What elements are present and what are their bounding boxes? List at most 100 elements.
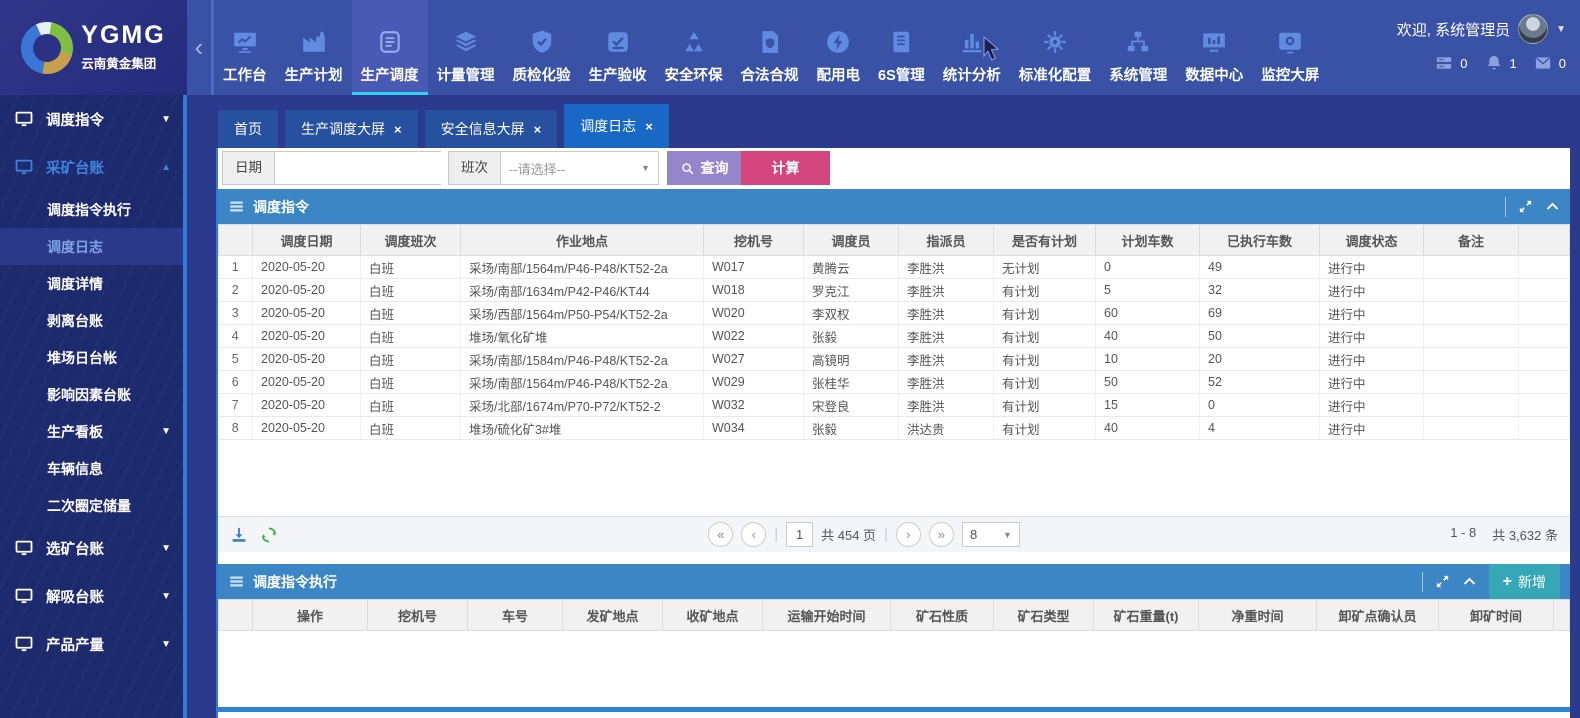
table-cell: 32 <box>1200 279 1320 302</box>
table-row[interactable]: 42020-05-20白班堆场/氧化矿堆W022张毅李胜洪有计划4050进行中 <box>219 325 1570 348</box>
table-row[interactable]: 22020-05-20白班采场/南部/1634m/P42-P46/KT44W01… <box>219 279 1570 302</box>
column-header[interactable]: 矿石类型 <box>994 600 1094 631</box>
expand-icon[interactable] <box>1518 199 1533 214</box>
sidebar-item-采矿台账[interactable]: 采矿台账▲ <box>0 143 183 191</box>
messages-badge[interactable]: 0 <box>1533 54 1566 72</box>
last-page-button[interactable]: » <box>929 522 954 547</box>
column-header[interactable]: 调度日期 <box>253 225 361 256</box>
first-page-button[interactable]: « <box>708 522 733 547</box>
next-page-button[interactable]: › <box>896 522 921 547</box>
sidebar-subitem-车辆信息[interactable]: 车辆信息 <box>0 450 183 487</box>
table-row[interactable]: 72020-05-20白班采场/北部/1674m/P70-P72/KT52-2W… <box>219 394 1570 417</box>
sidebar-collapse-icon[interactable]: ‹ <box>187 0 211 95</box>
sidebar-subitem-生产看板[interactable]: 生产看板▼ <box>0 413 183 450</box>
collapse-panel-icon[interactable] <box>1545 199 1560 214</box>
column-header[interactable]: 运输开始时间 <box>763 600 891 631</box>
column-header[interactable]: 挖机号 <box>704 225 804 256</box>
prev-page-button[interactable]: ‹ <box>741 522 766 547</box>
sidebar-subitem-堆场日台帐[interactable]: 堆场日台帐 <box>0 339 183 376</box>
sidebar-item-选矿台账[interactable]: 选矿台账▼ <box>0 524 183 572</box>
sidebar-subitem-调度日志[interactable]: 调度日志 <box>0 228 183 265</box>
column-header[interactable]: 指派员 <box>899 225 994 256</box>
download-icon[interactable] <box>230 526 248 544</box>
nav-item-4[interactable]: 计量管理 <box>428 0 504 95</box>
column-header[interactable]: 净重时间 <box>1199 600 1317 631</box>
nav-item-10[interactable]: 6S管理 <box>869 0 934 95</box>
user-menu-caret-icon[interactable]: ▼ <box>1556 24 1566 35</box>
search-button[interactable]: 查询 <box>667 151 741 185</box>
close-icon[interactable]: × <box>534 122 542 137</box>
column-header[interactable]: 计划车数 <box>1096 225 1200 256</box>
tab-调度日志[interactable]: 调度日志× <box>564 104 669 148</box>
nav-item-13[interactable]: 系统管理 <box>1100 0 1176 95</box>
column-header[interactable]: 备注 <box>1424 225 1519 256</box>
column-header[interactable]: 作业地点 <box>461 225 704 256</box>
column-header[interactable]: 车号 <box>468 600 563 631</box>
bottom-margin <box>218 712 1570 718</box>
page-input[interactable]: 1 <box>786 522 813 547</box>
column-header[interactable]: 发矿地点 <box>563 600 663 631</box>
table-cell: 高镜明 <box>804 348 899 371</box>
nav-item-8[interactable]: 合法合规 <box>732 0 808 95</box>
row-number: 7 <box>219 394 253 417</box>
page-size-select[interactable]: 8 ▼ <box>962 522 1020 547</box>
expand-icon[interactable] <box>1435 574 1450 589</box>
table-cell: 李双权 <box>804 302 899 325</box>
table-row[interactable]: 82020-05-20白班堆场/硫化矿3#堆W034张毅洪达贵有计划404进行中 <box>219 417 1570 440</box>
nav-item-14[interactable]: 数据中心 <box>1176 0 1252 95</box>
tasks-badge[interactable]: 0 <box>1434 54 1467 72</box>
nav-item-6[interactable]: 生产验收 <box>580 0 656 95</box>
tab-安全信息大屏[interactable]: 安全信息大屏× <box>425 110 558 148</box>
sidebar-subitem-剥离台账[interactable]: 剥离台账 <box>0 302 183 339</box>
column-header[interactable]: 操作 <box>253 600 368 631</box>
column-header[interactable]: 调度员 <box>804 225 899 256</box>
tab-生产调度大屏[interactable]: 生产调度大屏× <box>285 110 418 148</box>
nav-item-12[interactable]: 标准化配置 <box>1010 0 1101 95</box>
collapse-panel-icon[interactable] <box>1462 574 1477 589</box>
table-row[interactable]: 32020-05-20白班采场/西部/1564m/P50-P54/KT52-2a… <box>219 302 1570 325</box>
check-square-icon <box>605 29 631 55</box>
close-icon[interactable]: × <box>394 122 402 137</box>
alerts-badge[interactable]: 1 <box>1484 54 1517 72</box>
nav-item-1[interactable]: 工作台 <box>214 0 276 95</box>
table-row[interactable]: 12020-05-20白班采场/南部/1564m/P46-P48/KT52-2a… <box>219 256 1570 279</box>
refresh-icon[interactable] <box>260 526 278 544</box>
table-cell: 进行中 <box>1320 279 1424 302</box>
sidebar-subitem-调度指令执行[interactable]: 调度指令执行 <box>0 191 183 228</box>
badge-count: 0 <box>1460 56 1467 71</box>
nav-item-9[interactable]: 配用电 <box>808 0 870 95</box>
sidebar-item-调度指令[interactable]: 调度指令▼ <box>0 95 183 143</box>
column-header[interactable]: 收矿地点 <box>663 600 763 631</box>
column-header[interactable]: 是否有计划 <box>994 225 1096 256</box>
column-header[interactable]: 卸矿点确认员 <box>1317 600 1439 631</box>
sidebar-subitem-调度详情[interactable]: 调度详情 <box>0 265 183 302</box>
column-header[interactable]: 挖机号 <box>368 600 468 631</box>
close-icon[interactable]: × <box>645 119 653 134</box>
column-header[interactable]: 矿石性质 <box>891 600 994 631</box>
column-header[interactable]: 调度状态 <box>1320 225 1424 256</box>
column-header[interactable]: 矿石重量(t) <box>1094 600 1199 631</box>
sidebar-subitem-影响因素台账[interactable]: 影响因素台账 <box>0 376 183 413</box>
table-row[interactable]: 62020-05-20白班采场/南部/1564m/P46-P48/KT52-2a… <box>219 371 1570 394</box>
nav-item-5[interactable]: 质检化验 <box>504 0 580 95</box>
nav-item-3[interactable]: 生产调度 <box>352 0 428 95</box>
column-header[interactable]: 卸矿时间 <box>1439 600 1554 631</box>
nav-item-7[interactable]: 安全环保 <box>656 0 732 95</box>
table-row[interactable]: 52020-05-20白班采场/南部/1584m/P46-P48/KT52-2a… <box>219 348 1570 371</box>
date-input[interactable] <box>275 152 463 184</box>
add-button[interactable]: + 新增 <box>1489 564 1560 599</box>
sidebar-item-产品产量[interactable]: 产品产量▼ <box>0 620 183 668</box>
tab-首页[interactable]: 首页 <box>218 110 278 148</box>
shift-select[interactable]: --请选择-- ▼ <box>501 151 659 185</box>
column-header[interactable]: 调度班次 <box>361 225 461 256</box>
sidebar-item-解吸台账[interactable]: 解吸台账▼ <box>0 572 183 620</box>
calculate-button[interactable]: 计算 <box>741 151 830 185</box>
nav-item-2[interactable]: 生产计划 <box>276 0 352 95</box>
column-header[interactable]: 已执行车数 <box>1200 225 1320 256</box>
sidebar-subitem-二次圈定储量[interactable]: 二次圈定储量 <box>0 487 183 524</box>
filler-cell <box>1519 325 1570 348</box>
nav-item-15[interactable]: 监控大屏 <box>1252 0 1328 95</box>
avatar[interactable] <box>1518 14 1548 44</box>
nav-item-11[interactable]: 统计分析 <box>934 0 1010 95</box>
table-cell: W018 <box>704 279 804 302</box>
